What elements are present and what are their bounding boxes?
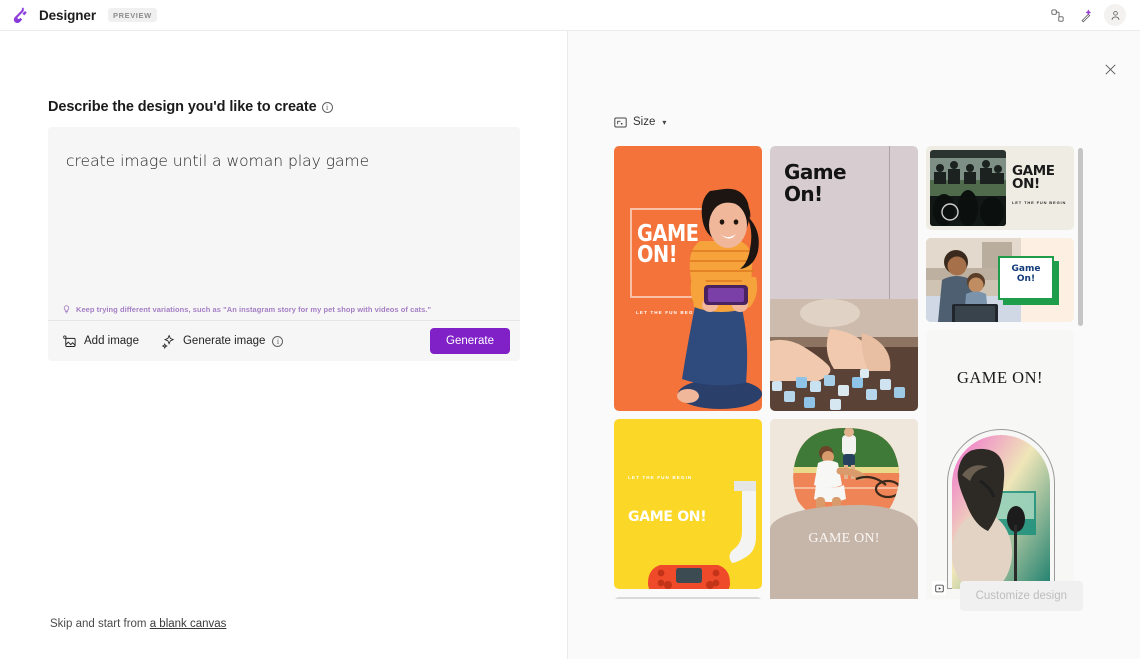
gallery-column-2: Game On! GAME ON!: [770, 146, 918, 599]
prompt-toolbar: Add image Generate image i Generate: [48, 320, 520, 361]
size-dropdown[interactable]: Size ▾: [614, 116, 666, 128]
sparkle-notification-icon[interactable]: [1075, 4, 1097, 26]
template-card-tennis-game-on[interactable]: GAME ON!: [770, 419, 918, 599]
video-badge-icon: [932, 581, 946, 595]
gallery-column-3: GAME ON! LET THE FUN BEGIN Game On! GAME…: [926, 146, 1074, 599]
brand[interactable]: Designer PREVIEW: [12, 6, 157, 25]
template-card-family-game-on[interactable]: Game On!: [926, 238, 1074, 322]
woman-playing-game-illustration: [677, 188, 762, 409]
template-gallery[interactable]: GAME ON! LET THE FUN BEGIN LET THE FUN B…: [614, 146, 1079, 599]
page-title: Describe the design you'd like to create…: [48, 99, 520, 115]
stadium-crowd-photo: [930, 150, 1006, 226]
card-title: Game On!: [1011, 264, 1041, 285]
prompt-hint-text: Keep trying different variations, such a…: [76, 305, 432, 314]
card-title: Game On!: [784, 160, 847, 206]
puzzle-hands-photo: [770, 299, 918, 411]
template-card-stadium-game-on[interactable]: GAME ON! LET THE FUN BEGIN: [926, 146, 1074, 230]
prompt-hint: Keep trying different variations, such a…: [48, 305, 520, 320]
card-title: GAME ON!: [808, 531, 880, 546]
customize-design-button[interactable]: Customize design: [959, 581, 1083, 611]
game-controller-illustration: [648, 565, 730, 589]
generate-image-info-icon[interactable]: i: [272, 335, 284, 347]
gallery-scrollbar[interactable]: [1078, 146, 1083, 596]
lightbulb-icon: [63, 305, 70, 314]
info-icon[interactable]: i: [321, 101, 333, 113]
gallery-scrollbar-thumb[interactable]: [1078, 148, 1083, 326]
app-header: Designer PREVIEW: [0, 0, 1140, 31]
template-card-partial-grey[interactable]: [614, 597, 762, 599]
templates-panel: Size ▾ GAME ON! LET THE FUN BEGIN LET TH…: [568, 31, 1140, 659]
app-name: Designer: [39, 7, 96, 23]
designer-app: Designer PREVIEW Describe the design you…: [0, 0, 1140, 659]
template-card-orange-game-on[interactable]: GAME ON! LET THE FUN BEGIN: [614, 146, 762, 411]
close-icon[interactable]: [1097, 56, 1123, 82]
add-image-label: Add image: [84, 335, 139, 347]
main-body: Describe the design you'd like to create…: [0, 31, 1140, 659]
card-title: GAME ON!: [628, 509, 707, 525]
card-subtitle: LET THE FUN BEGIN: [628, 475, 693, 480]
streamer-photo: [952, 435, 1050, 589]
preview-badge: PREVIEW: [107, 8, 157, 22]
page-title-text: Describe the design you'd like to create: [48, 99, 317, 115]
card-title: GAME ON!: [1012, 163, 1055, 192]
share-icon[interactable]: [1046, 4, 1068, 26]
gallery-column-1: GAME ON! LET THE FUN BEGIN LET THE FUN B…: [614, 146, 762, 599]
add-image-button[interactable]: Add image: [62, 334, 139, 349]
generate-button[interactable]: Generate: [430, 328, 510, 354]
sparkle-icon: [161, 333, 175, 349]
generate-image-button[interactable]: Generate image i: [161, 333, 284, 349]
generate-image-label: Generate image: [182, 335, 266, 347]
designer-logo-icon: [13, 7, 27, 23]
size-icon: [614, 117, 627, 127]
skip-row: Skip and start from a blank canvas: [50, 618, 226, 630]
template-card-arch-game-on[interactable]: GAME ON!: [926, 330, 1074, 599]
prompt-input[interactable]: create image until a woman play game: [48, 127, 520, 305]
account-person-icon[interactable]: [1104, 4, 1126, 26]
template-card-mauve-game-on[interactable]: Game On!: [770, 146, 918, 411]
skip-text: Skip and start from: [50, 618, 147, 630]
card-subtitle: LET THE FUN BEGIN: [1012, 200, 1067, 205]
prompt-card: create image until a woman play game Kee…: [48, 127, 520, 361]
chevron-down-icon: ▾: [662, 117, 667, 127]
size-label: Size: [633, 116, 656, 128]
template-card-yellow-game-on[interactable]: LET THE FUN BEGIN GAME ON!: [614, 419, 762, 589]
card-title: GAME ON!: [956, 368, 1044, 387]
prompt-panel: Describe the design you'd like to create…: [0, 31, 568, 659]
add-image-icon: [63, 335, 76, 347]
decorative-wave: [770, 505, 918, 599]
prompt-block: Describe the design you'd like to create…: [48, 99, 520, 361]
header-actions: [1046, 4, 1126, 26]
blank-canvas-link[interactable]: a blank canvas: [150, 618, 227, 630]
